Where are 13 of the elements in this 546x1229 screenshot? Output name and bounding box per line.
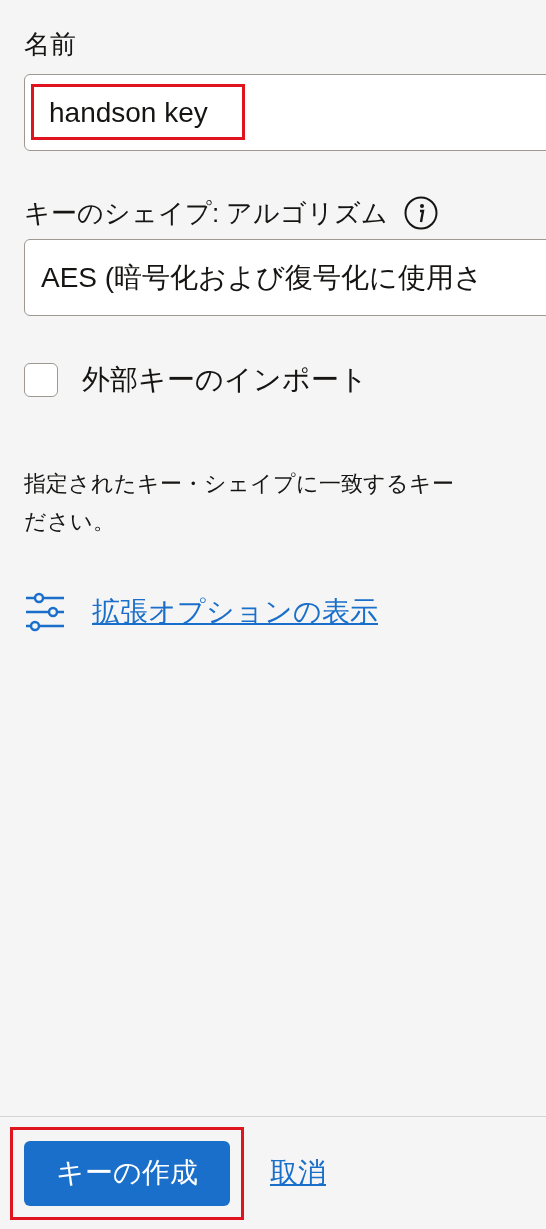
create-key-button[interactable]: キーの作成 bbox=[24, 1140, 230, 1206]
checkbox[interactable] bbox=[24, 363, 58, 397]
help-text: 指定されたキー・シェイプに一致するキー bbox=[24, 470, 454, 498]
sliders-icon bbox=[24, 592, 66, 632]
help-text: ださい。 bbox=[24, 508, 115, 536]
advanced-options-link[interactable]: 拡張オプションの表示 bbox=[92, 591, 378, 633]
field-label: キーのシェイプ: アルゴリズム bbox=[24, 197, 389, 230]
info-icon[interactable] bbox=[404, 196, 439, 230]
cancel-link[interactable]: 取消 bbox=[270, 1152, 326, 1194]
checkbox-label: 外部キーのインポート bbox=[82, 363, 368, 397]
algorithm-select[interactable]: AES (暗号化および復号化に使用さ bbox=[24, 239, 546, 316]
field-label: 名前 bbox=[24, 28, 76, 61]
name-field[interactable]: handson key bbox=[24, 74, 546, 151]
